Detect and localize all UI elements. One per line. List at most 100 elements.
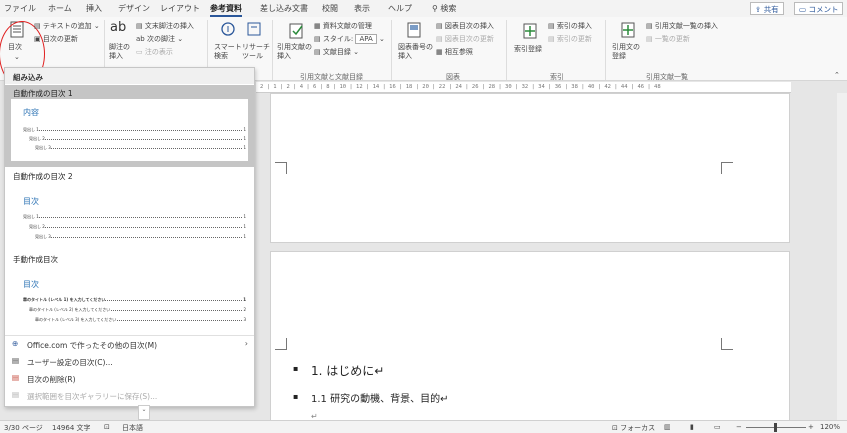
zoom-level[interactable]: 120% (820, 423, 840, 431)
insert-toa-button[interactable]: ▤ 引用文献一覧の挿入 (646, 22, 718, 31)
bullet-icon: ▪ (293, 392, 299, 401)
update-index-button[interactable]: ▤ 索引の更新 (548, 35, 592, 44)
zoom-in-button[interactable]: + (808, 423, 814, 431)
divider (506, 20, 507, 80)
bibliography-icon: ▤ (314, 48, 321, 56)
document-heading[interactable]: 1. はじめに↵ (311, 362, 384, 379)
tab-mailings[interactable]: 差し込み文書 (260, 3, 308, 14)
table-of-figures-icon: ▤ (436, 22, 443, 30)
mark-entry-button[interactable]: 索引登録 (514, 45, 542, 54)
print-layout-icon[interactable]: ▮ (690, 423, 694, 431)
comment-button[interactable]: ▭ コメント (794, 2, 844, 15)
vertical-scrollbar[interactable] (837, 93, 847, 420)
toc-preview-line: 見出し 11 (23, 214, 246, 219)
toc-gallery-item-auto1[interactable]: 自動作成の目次 1 内容 見出し 11 見出し 21 見出し 31 (5, 85, 254, 167)
tab-layout[interactable]: レイアウト (160, 3, 200, 14)
search-icon: ⚲ (432, 4, 438, 13)
tab-review[interactable]: 校閲 (322, 3, 338, 14)
mark-citation-button[interactable]: 引用文の 登録 (612, 43, 640, 61)
document-page[interactable]: ▪ 1. はじめに↵ ▪ 1.1 研究の動機、背景、目的↵ ↵ (270, 251, 790, 426)
focus-icon: ⊡ (612, 424, 618, 432)
update-toa-button[interactable]: ▤ 一覧の更新 (646, 35, 690, 44)
status-bar: 3/30 ページ 14964 文字 ⊡ 日本語 ⊡ フォーカス ▥ ▮ ▭ − … (0, 420, 847, 433)
researcher-button[interactable]: リサーチ ツール (242, 43, 270, 61)
share-button[interactable]: ⇪ 共有 (750, 2, 784, 15)
toc-preview-line: 章のタイトル (レベル 3) を入力してください 3 (35, 317, 246, 322)
tab-file[interactable]: ファイル (4, 3, 36, 14)
update-icon: ▣ (34, 35, 41, 43)
remove-toc-menu-item[interactable]: ▤ 目次の削除(R) (5, 370, 254, 386)
manage-sources-button[interactable]: ▦ 資料文献の管理 (314, 22, 372, 31)
gallery-item-title: 自動作成の目次 2 (13, 172, 73, 181)
tab-home[interactable]: ホーム (48, 3, 72, 14)
footnote-icon: ab (110, 20, 127, 35)
scroll-down-icon[interactable]: ⌄ (138, 405, 150, 420)
share-icon: ⇪ (755, 5, 762, 14)
toc-gallery-item-auto2[interactable]: 自動作成の目次 2 目次 見出し 11 見出し 21 見出し 31 (5, 168, 254, 250)
margin-corner (721, 162, 733, 174)
tab-insert[interactable]: 挿入 (86, 3, 102, 14)
add-text-button[interactable]: ▤ テキストの追加 ⌄ (34, 22, 100, 31)
horizontal-ruler: 2 | 1 | 2 | 4 | 6 | 8 | 10 | 12 | 14 | 1… (256, 82, 791, 93)
show-notes-icon: ▭ (136, 48, 143, 56)
page-count[interactable]: 3/30 ページ (4, 423, 43, 433)
smart-lookup-button[interactable]: スマート 検索 (214, 43, 242, 61)
tab-help[interactable]: ヘルプ (388, 3, 412, 14)
document-area: ▪ 1. はじめに↵ ▪ 1.1 研究の動機、背景、目的↵ ↵ (256, 93, 836, 426)
language-indicator[interactable]: 日本語 (122, 423, 143, 433)
update-index-icon: ▤ (548, 35, 555, 43)
divider (605, 20, 606, 80)
tab-design[interactable]: デザイン (118, 3, 150, 14)
bibliography-button[interactable]: ▤ 文献目録 ⌄ (314, 48, 359, 57)
toc-gallery-item-manual[interactable]: 手動作成目次 目次 章のタイトル (レベル 1) を入力してください 1 章のタイ… (5, 251, 254, 333)
save-selection-menu-item[interactable]: ▤ 選択範囲を目次ギャラリーに保存(S)... (5, 387, 254, 403)
update-table-icon: ▤ (436, 35, 443, 43)
group-label-toa: 引用文献一覧 (646, 73, 688, 81)
web-layout-icon[interactable]: ▭ (714, 423, 721, 431)
tab-view[interactable]: 表示 (354, 3, 370, 14)
group-label-citations: 引用文献と文献目録 (300, 73, 363, 81)
proofing-icon[interactable]: ⊡ (104, 423, 110, 431)
ribbon-tab-bar: ファイル ホーム 挿入 デザイン レイアウト 参考資料 差し込み文書 校閲 表示… (0, 0, 847, 17)
manage-sources-icon: ▦ (314, 22, 321, 30)
tab-references[interactable]: 参考資料 (210, 3, 242, 17)
endnote-icon: ▤ (136, 22, 143, 30)
toc-preview-heading: 目次 (23, 280, 39, 289)
show-notes-button[interactable]: ▭ 注の表示 (136, 48, 173, 57)
smart-lookup-icon (221, 22, 235, 36)
read-mode-icon[interactable]: ▥ (664, 423, 671, 431)
margin-corner (275, 162, 287, 174)
collapse-ribbon-icon[interactable]: ⌃ (834, 71, 840, 80)
office-more-tocs-menu-item[interactable]: ⊕ Office.com で作ったその他の目次(M) › (5, 336, 254, 352)
toc-preview-line: 見出し 31 (35, 234, 246, 239)
margin-corner (721, 338, 733, 350)
mark-citation-icon (621, 22, 635, 38)
zoom-slider-thumb[interactable] (774, 423, 777, 432)
researcher-icon (247, 22, 261, 36)
toc-preview: 内容 見出し 11 見出し 21 見出し 31 (11, 99, 248, 161)
update-table-button[interactable]: ▤ 図表目次の更新 (436, 35, 494, 44)
style-select[interactable]: ▤ スタイル: APA ⌄ (314, 34, 385, 44)
custom-toc-menu-item[interactable]: ▤ ユーザー設定の目次(C)... (5, 353, 254, 369)
insert-index-icon: ▤ (548, 22, 555, 30)
cross-reference-button[interactable]: ▦ 相互参照 (436, 48, 473, 57)
insert-caption-button[interactable]: 図表番号の 挿入 (398, 43, 433, 61)
insert-citation-button[interactable]: 引用文献の 挿入 (277, 43, 312, 61)
gallery-item-title: 自動作成の目次 1 (13, 89, 73, 98)
insert-endnote-button[interactable]: ▤ 文末脚注の挿入 (136, 22, 194, 31)
search-box[interactable]: ⚲ 検索 (432, 3, 456, 14)
update-toc-button[interactable]: ▣ 目次の更新 (34, 35, 78, 44)
zoom-out-button[interactable]: − (736, 423, 742, 431)
next-footnote-icon: ab (136, 35, 145, 43)
next-footnote-button[interactable]: ab 次の脚注 ⌄ (136, 35, 183, 44)
focus-mode-button[interactable]: ⊡ フォーカス (612, 423, 655, 433)
insert-index-button[interactable]: ▤ 索引の挿入 (548, 22, 592, 31)
toc-preview-heading: 内容 (23, 108, 39, 117)
word-count[interactable]: 14964 文字 (52, 423, 91, 433)
document-page[interactable] (270, 93, 790, 243)
insert-footnote-button[interactable]: 脚注の 挿入 (109, 43, 130, 61)
globe-icon: ⊕ (12, 339, 19, 348)
document-subheading[interactable]: 1.1 研究の動機、背景、目的↵ (311, 390, 448, 405)
insert-table-of-figures-button[interactable]: ▤ 図表目次の挿入 (436, 22, 494, 31)
toc-preview-line: 見出し 21 (29, 136, 246, 141)
